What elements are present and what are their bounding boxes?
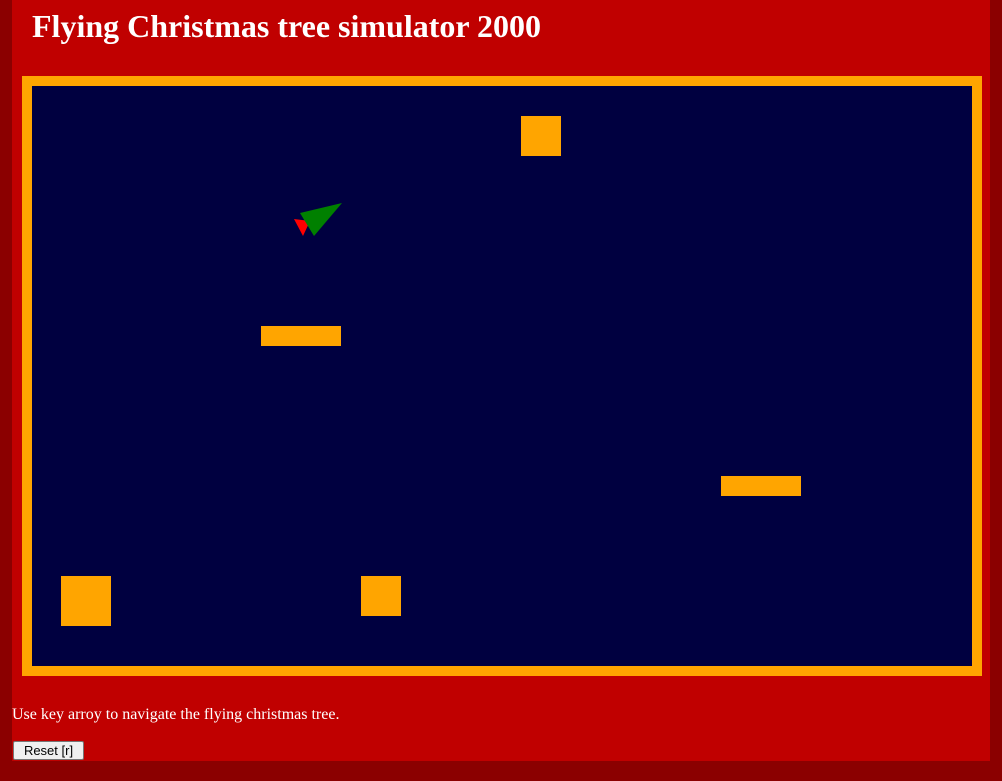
game-frame xyxy=(22,76,982,676)
page-title: Flying Christmas tree simulator 2000 xyxy=(32,8,541,44)
flying-christmas-tree xyxy=(294,203,342,236)
tree-body xyxy=(300,203,342,236)
game-canvas[interactable] xyxy=(32,86,972,666)
page-container: Flying Christmas tree simulator 2000 Use… xyxy=(12,0,990,761)
reset-button[interactable]: Reset [r] xyxy=(13,741,84,760)
instructions-text: Use key arroy to navigate the flying chr… xyxy=(12,706,340,723)
tree-layer xyxy=(294,203,342,236)
